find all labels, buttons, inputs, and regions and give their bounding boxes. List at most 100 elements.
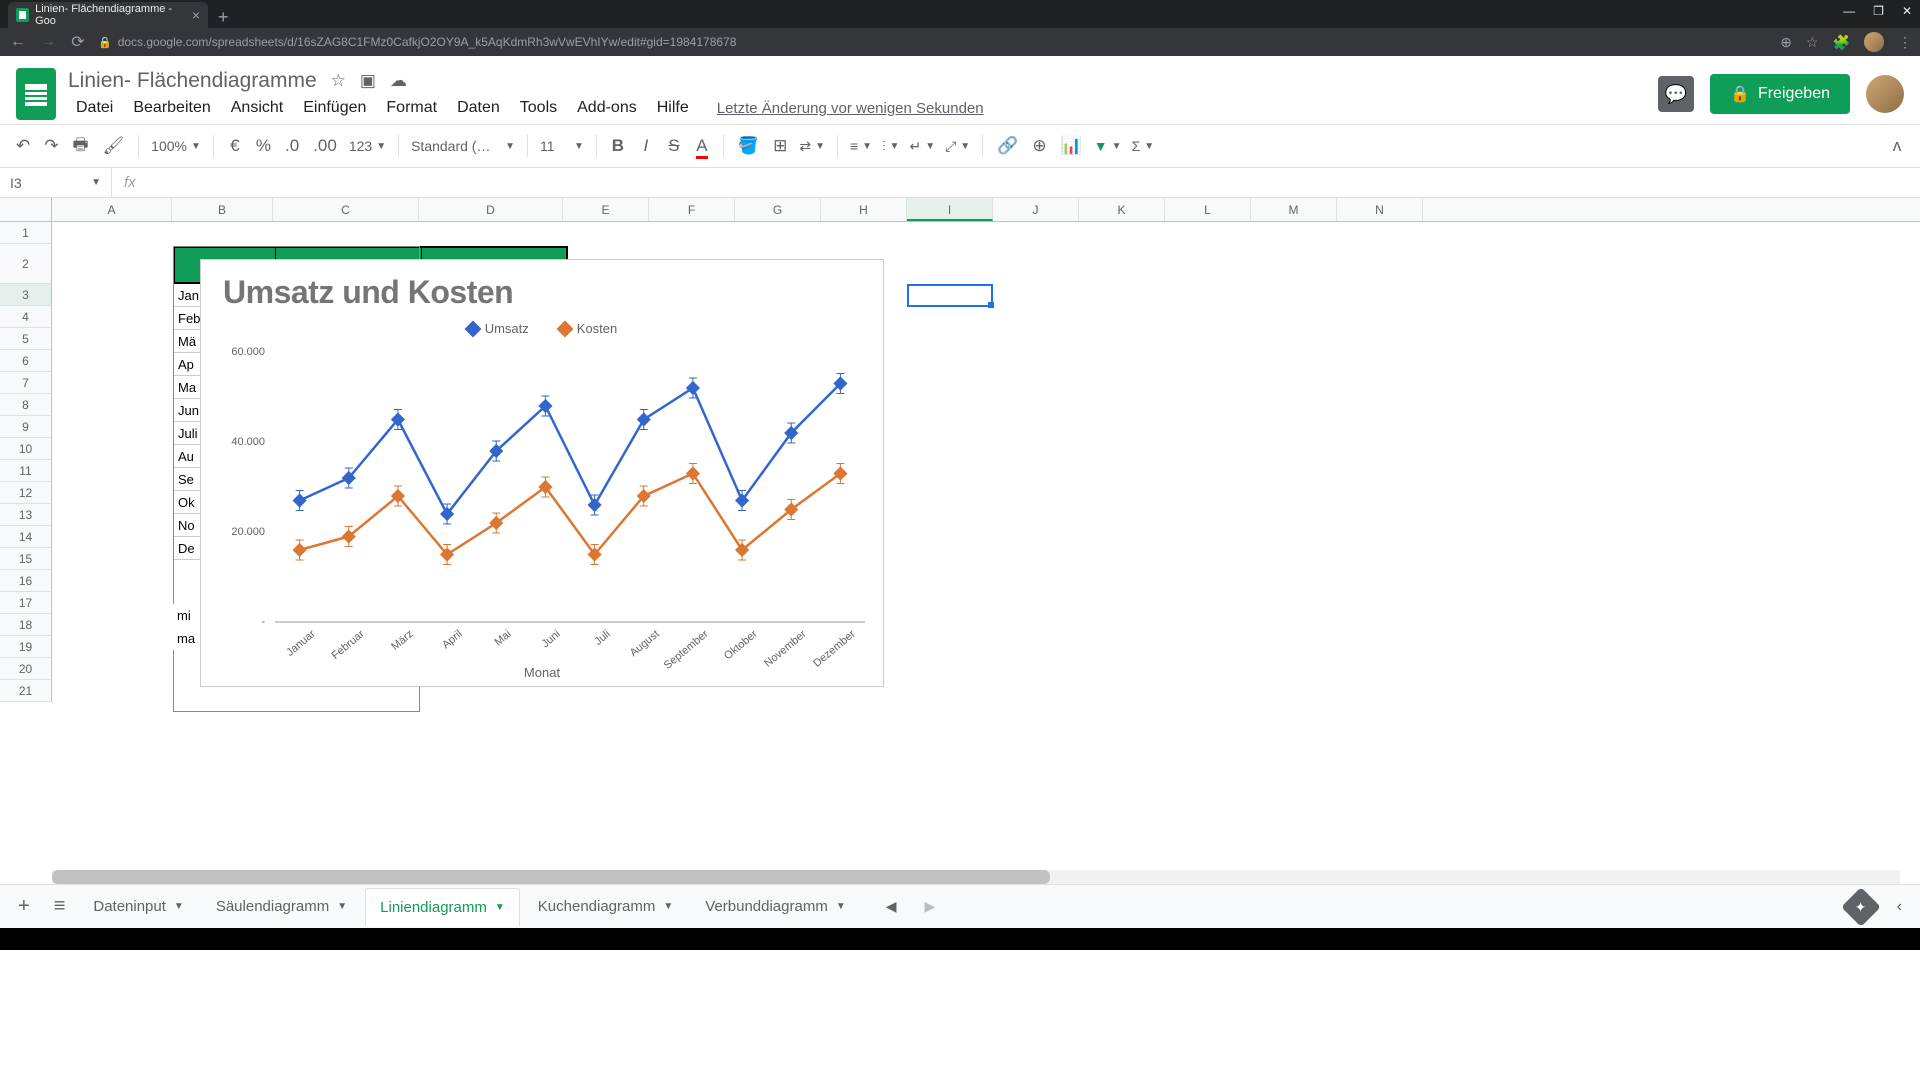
selected-cell[interactable] xyxy=(907,284,993,307)
sheet-tab-säulendiagramm[interactable]: Säulendiagramm▼ xyxy=(202,888,361,926)
browser-tab[interactable]: Linien- Flächendiagramme - Goo × xyxy=(8,2,208,28)
menu-einfuegen[interactable]: Einfügen xyxy=(295,97,374,119)
italic-icon[interactable]: I xyxy=(633,132,659,160)
all-sheets-button[interactable]: ≡ xyxy=(44,889,76,924)
col-header-K[interactable]: K xyxy=(1079,198,1165,221)
menu-bearbeiten[interactable]: Bearbeiten xyxy=(125,97,218,119)
col-header-M[interactable]: M xyxy=(1251,198,1337,221)
select-all-corner[interactable] xyxy=(0,198,52,221)
row-header-3[interactable]: 3 xyxy=(0,284,51,306)
row-header-15[interactable]: 15 xyxy=(0,548,51,570)
chart[interactable]: Umsatz und Kosten Umsatz Kosten 60.000 4… xyxy=(200,259,884,687)
sheets-logo-icon[interactable] xyxy=(16,68,56,120)
number-format-select[interactable]: 123▼ xyxy=(345,136,390,156)
col-header-D[interactable]: D xyxy=(419,198,563,221)
print-icon[interactable]: 🖶 xyxy=(67,128,95,165)
row-header-8[interactable]: 8 xyxy=(0,394,51,416)
extensions-icon[interactable]: 🧩 xyxy=(1833,34,1850,51)
star-icon[interactable]: ☆ xyxy=(1806,34,1819,51)
insert-chart-icon[interactable]: 📊 xyxy=(1055,132,1088,160)
font-select[interactable]: Standard (…▼ xyxy=(407,136,519,156)
menu-ansicht[interactable]: Ansicht xyxy=(223,97,291,119)
last-edit-link[interactable]: Letzte Änderung vor wenigen Sekunden xyxy=(717,100,984,117)
explore-button[interactable]: ✦ xyxy=(1841,887,1881,927)
col-header-N[interactable]: N xyxy=(1337,198,1423,221)
row-header-14[interactable]: 14 xyxy=(0,526,51,548)
menu-hilfe[interactable]: Hilfe xyxy=(649,97,697,119)
share-button[interactable]: 🔒 Freigeben xyxy=(1710,74,1850,114)
reload-icon[interactable]: ⟳ xyxy=(68,32,88,52)
move-doc-icon[interactable]: ▣ xyxy=(360,71,376,91)
paint-format-icon[interactable]: 🖌 xyxy=(97,132,131,160)
back-icon[interactable]: ← xyxy=(8,33,28,51)
zoom-select[interactable]: 100%▼ xyxy=(147,136,205,156)
row-header-9[interactable]: 9 xyxy=(0,416,51,438)
col-header-I[interactable]: I xyxy=(907,198,993,221)
col-header-E[interactable]: E xyxy=(563,198,649,221)
name-box[interactable]: I3 ▼ xyxy=(0,168,112,197)
col-header-F[interactable]: F xyxy=(649,198,735,221)
currency-button[interactable]: € xyxy=(222,132,248,160)
undo-icon[interactable]: ↶ xyxy=(10,132,36,160)
close-window-icon[interactable]: ✕ xyxy=(1902,4,1912,18)
close-tab-icon[interactable]: × xyxy=(192,7,200,23)
row-header-21[interactable]: 21 xyxy=(0,680,51,702)
row-header-6[interactable]: 6 xyxy=(0,350,51,372)
browser-avatar[interactable] xyxy=(1864,32,1884,52)
url-box[interactable]: 🔒 docs.google.com/spreadsheets/d/16sZAG8… xyxy=(98,35,736,49)
doc-title[interactable]: Linien- Flächendiagramme xyxy=(68,69,317,93)
row-header-13[interactable]: 13 xyxy=(0,504,51,526)
menu-datei[interactable]: Datei xyxy=(68,97,121,119)
link-icon[interactable]: 🔗 xyxy=(991,132,1024,160)
row-header-19[interactable]: 19 xyxy=(0,636,51,658)
zoom-icon[interactable]: ⊕ xyxy=(1780,34,1792,51)
strikethrough-icon[interactable]: S xyxy=(661,132,687,160)
row-header-18[interactable]: 18 xyxy=(0,614,51,636)
col-header-B[interactable]: B xyxy=(172,198,273,221)
scroll-left-icon[interactable]: ◀ xyxy=(876,892,907,921)
increase-decimal-button[interactable]: .00 xyxy=(307,132,343,160)
menu-daten[interactable]: Daten xyxy=(449,97,508,119)
row-header-12[interactable]: 12 xyxy=(0,482,51,504)
formula-input[interactable] xyxy=(148,168,1920,197)
row-header-10[interactable]: 10 xyxy=(0,438,51,460)
row-header-4[interactable]: 4 xyxy=(0,306,51,328)
sheet-tab-verbunddiagramm[interactable]: Verbunddiagramm▼ xyxy=(691,888,859,926)
wrap-icon[interactable]: ↵▼ xyxy=(905,136,939,157)
star-doc-icon[interactable]: ☆ xyxy=(331,71,346,91)
scrollbar-thumb[interactable] xyxy=(52,870,1050,884)
h-align-icon[interactable]: ≡▼ xyxy=(846,136,876,156)
new-tab-button[interactable]: + xyxy=(208,7,239,28)
insert-comment-icon[interactable]: ⊕ xyxy=(1026,132,1052,160)
row-header-11[interactable]: 11 xyxy=(0,460,51,482)
sheet-tab-dateninput[interactable]: Dateninput▼ xyxy=(79,888,197,926)
rotate-icon[interactable]: ⤢▼ xyxy=(941,136,974,157)
cells[interactable]: M JanFebMäApMaJunJuliAuSeOkNoDe mima Ums… xyxy=(52,222,1920,702)
col-header-J[interactable]: J xyxy=(993,198,1079,221)
functions-icon[interactable]: Σ▼ xyxy=(1128,136,1159,156)
decrease-decimal-button[interactable]: .0 xyxy=(279,132,305,160)
percent-button[interactable]: % xyxy=(250,132,277,160)
minimize-icon[interactable]: — xyxy=(1843,4,1855,18)
col-header-H[interactable]: H xyxy=(821,198,907,221)
col-header-C[interactable]: C xyxy=(273,198,419,221)
browser-menu-icon[interactable]: ⋮ xyxy=(1898,34,1912,51)
col-header-G[interactable]: G xyxy=(735,198,821,221)
menu-tools[interactable]: Tools xyxy=(512,97,565,119)
maximize-icon[interactable]: ❐ xyxy=(1873,4,1884,18)
row-header-20[interactable]: 20 xyxy=(0,658,51,680)
col-header-L[interactable]: L xyxy=(1165,198,1251,221)
fill-color-icon[interactable]: 🪣 xyxy=(732,132,765,160)
font-size-select[interactable]: 11▼ xyxy=(536,136,588,156)
row-header-1[interactable]: 1 xyxy=(0,222,51,244)
borders-icon[interactable]: ⊞ xyxy=(767,132,793,160)
cloud-status-icon[interactable]: ☁ xyxy=(390,71,407,91)
row-header-16[interactable]: 16 xyxy=(0,570,51,592)
v-align-icon[interactable]: ⫶▼ xyxy=(878,136,903,157)
menu-format[interactable]: Format xyxy=(378,97,445,119)
sheet-tab-kuchendiagramm[interactable]: Kuchendiagramm▼ xyxy=(524,888,687,926)
row-header-5[interactable]: 5 xyxy=(0,328,51,350)
merge-cells-icon[interactable]: ⇄▼ xyxy=(795,136,829,157)
col-header-A[interactable]: A xyxy=(52,198,172,221)
menu-addons[interactable]: Add-ons xyxy=(569,97,645,119)
